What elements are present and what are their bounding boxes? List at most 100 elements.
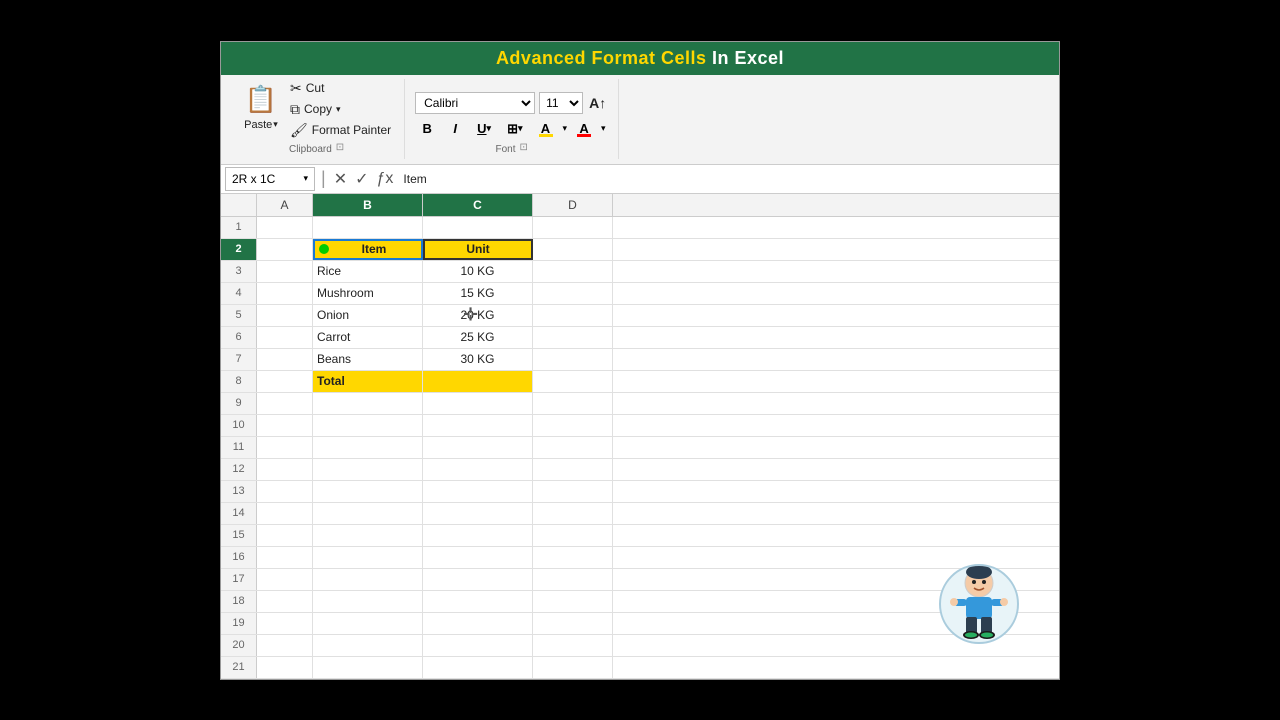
cell-d2[interactable] [533, 239, 613, 260]
cell-c15[interactable] [423, 525, 533, 546]
paste-button[interactable]: 📋 Paste ▾ [239, 79, 283, 133]
cell-d15[interactable] [533, 525, 613, 546]
cell-a8[interactable] [257, 371, 313, 392]
cell-b8[interactable]: Total [313, 371, 423, 392]
cell-b21[interactable] [313, 657, 423, 678]
fill-color-button[interactable]: A [533, 118, 559, 140]
font-size-select[interactable]: 11 [539, 92, 583, 114]
cell-a20[interactable] [257, 635, 313, 656]
cell-a12[interactable] [257, 459, 313, 480]
cell-b6[interactable]: Carrot [313, 327, 423, 348]
cell-c14[interactable] [423, 503, 533, 524]
cell-b12[interactable] [313, 459, 423, 480]
cell-a9[interactable] [257, 393, 313, 414]
copy-button[interactable]: ⧉ Copy ▾ [287, 100, 394, 119]
cell-a14[interactable] [257, 503, 313, 524]
cell-a6[interactable] [257, 327, 313, 348]
cell-d13[interactable] [533, 481, 613, 502]
cell-b11[interactable] [313, 437, 423, 458]
cell-d10[interactable] [533, 415, 613, 436]
italic-button[interactable]: I [443, 118, 467, 140]
cell-d14[interactable] [533, 503, 613, 524]
cell-c10[interactable] [423, 415, 533, 436]
font-family-select[interactable]: Calibri [415, 92, 535, 114]
cell-d16[interactable] [533, 547, 613, 568]
cell-a4[interactable] [257, 283, 313, 304]
cell-a15[interactable] [257, 525, 313, 546]
cell-c13[interactable] [423, 481, 533, 502]
cell-a3[interactable] [257, 261, 313, 282]
cell-b1[interactable] [313, 217, 423, 238]
cell-c9[interactable] [423, 393, 533, 414]
cell-d9[interactable] [533, 393, 613, 414]
cell-b5[interactable]: Onion [313, 305, 423, 326]
cell-b9[interactable] [313, 393, 423, 414]
cell-d4[interactable] [533, 283, 613, 304]
border-button[interactable]: ⊞ ▾ [501, 118, 528, 140]
cell-d18[interactable] [533, 591, 613, 612]
cell-b13[interactable] [313, 481, 423, 502]
cell-a5[interactable] [257, 305, 313, 326]
cell-d12[interactable] [533, 459, 613, 480]
cut-button[interactable]: ✂ Cut [287, 79, 394, 98]
cell-a7[interactable] [257, 349, 313, 370]
cell-d19[interactable] [533, 613, 613, 634]
cell-c12[interactable] [423, 459, 533, 480]
insert-function-button[interactable]: ƒx [375, 170, 396, 188]
cell-d7[interactable] [533, 349, 613, 370]
cell-d11[interactable] [533, 437, 613, 458]
cell-c16[interactable] [423, 547, 533, 568]
cell-c11[interactable] [423, 437, 533, 458]
cell-b17[interactable] [313, 569, 423, 590]
cell-a2[interactable] [257, 239, 313, 260]
cell-d17[interactable] [533, 569, 613, 590]
cell-b18[interactable] [313, 591, 423, 612]
cell-b15[interactable] [313, 525, 423, 546]
cell-c17[interactable] [423, 569, 533, 590]
font-grow-button[interactable]: A↑ [587, 95, 608, 111]
cell-c21[interactable] [423, 657, 533, 678]
cell-d8[interactable] [533, 371, 613, 392]
cell-a13[interactable] [257, 481, 313, 502]
cancel-formula-button[interactable]: ✕ [332, 169, 349, 189]
clipboard-expand-icon[interactable]: ⊡ [336, 142, 344, 153]
confirm-formula-button[interactable]: ✓ [353, 169, 370, 189]
cell-c6[interactable]: 25 KG [423, 327, 533, 348]
cell-b3[interactable]: Rice [313, 261, 423, 282]
cell-c5[interactable]: 20 KG ✛ [423, 305, 533, 326]
cell-a18[interactable] [257, 591, 313, 612]
cell-a11[interactable] [257, 437, 313, 458]
cell-b20[interactable] [313, 635, 423, 656]
cell-b2[interactable]: Item [313, 239, 423, 260]
cell-d5[interactable] [533, 305, 613, 326]
font-expand-icon[interactable]: ⊡ [520, 142, 528, 153]
cell-b14[interactable] [313, 503, 423, 524]
font-color-button[interactable]: A [571, 118, 597, 140]
cell-b16[interactable] [313, 547, 423, 568]
cell-c4[interactable]: 15 KG [423, 283, 533, 304]
cell-d6[interactable] [533, 327, 613, 348]
cell-c2[interactable]: Unit [423, 239, 533, 260]
cell-d3[interactable] [533, 261, 613, 282]
cell-c8[interactable] [423, 371, 533, 392]
cell-c7[interactable]: 30 KG [423, 349, 533, 370]
cell-a10[interactable] [257, 415, 313, 436]
cell-c1[interactable] [423, 217, 533, 238]
cell-c18[interactable] [423, 591, 533, 612]
cell-d20[interactable] [533, 635, 613, 656]
bold-button[interactable]: B [415, 118, 439, 140]
underline-button[interactable]: U ▾ [471, 118, 497, 140]
cell-a21[interactable] [257, 657, 313, 678]
cell-d1[interactable] [533, 217, 613, 238]
format-painter-button[interactable]: 🖌 Format Painter [287, 121, 394, 140]
cell-a1[interactable] [257, 217, 313, 238]
formula-input[interactable] [399, 171, 1055, 187]
cell-c19[interactable] [423, 613, 533, 634]
cell-a17[interactable] [257, 569, 313, 590]
cell-a19[interactable] [257, 613, 313, 634]
cell-c20[interactable] [423, 635, 533, 656]
cell-c3[interactable]: 10 KG [423, 261, 533, 282]
name-box[interactable]: 2R x 1C ▾ [225, 167, 315, 191]
cell-b19[interactable] [313, 613, 423, 634]
cell-b4[interactable]: Mushroom [313, 283, 423, 304]
